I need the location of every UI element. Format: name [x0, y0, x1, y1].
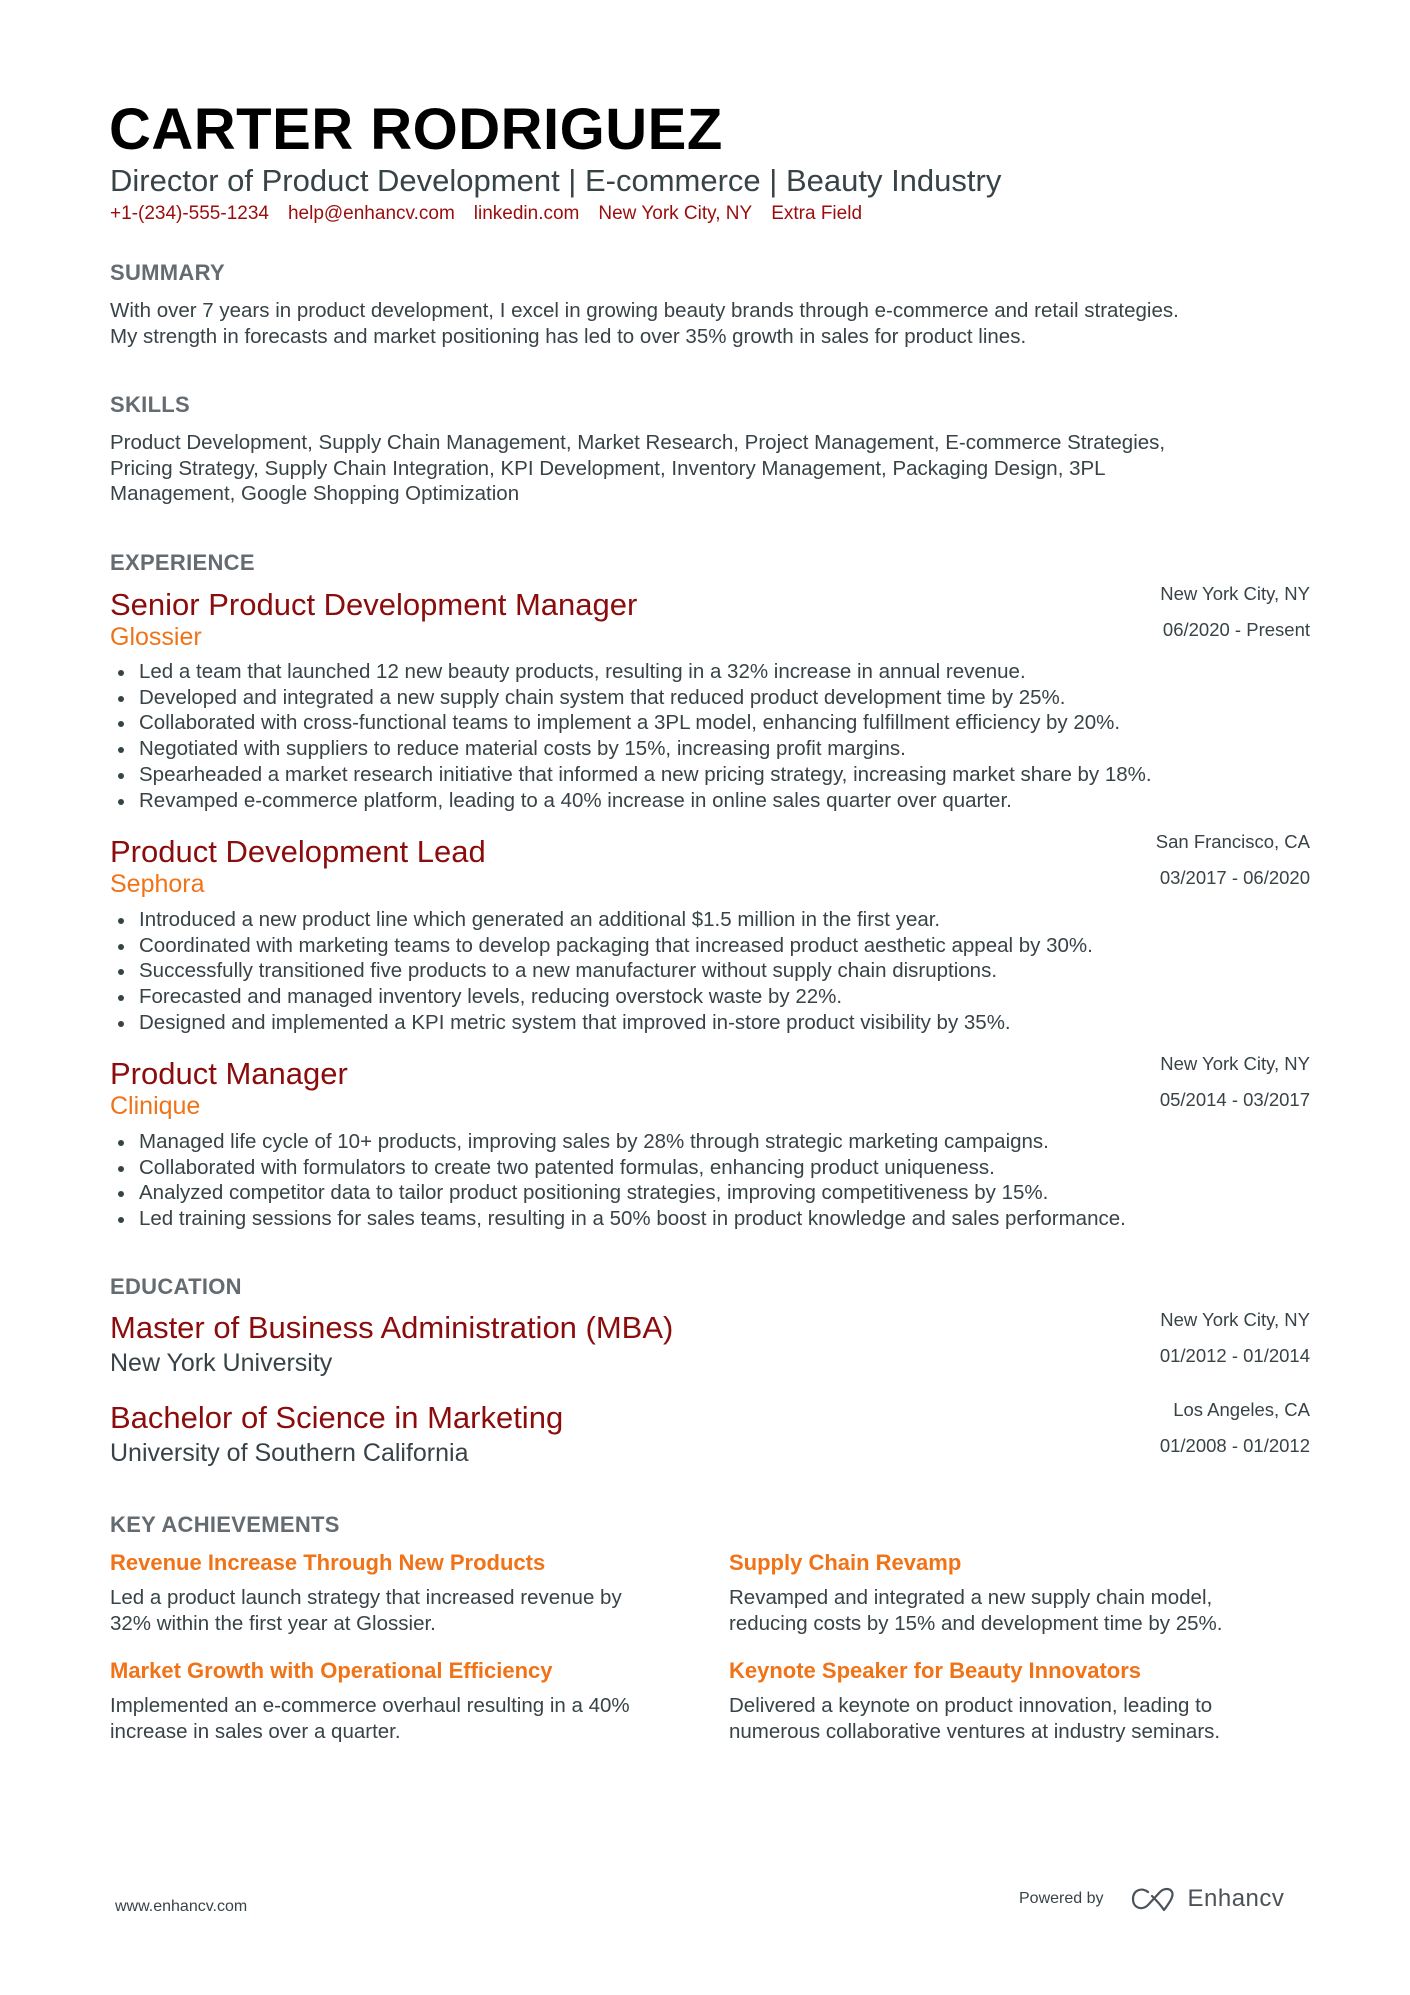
achievement-title: Supply Chain Revamp: [729, 1550, 962, 1575]
phone-link[interactable]: +1-(234)-555-1234: [110, 203, 269, 225]
bullet-item: Collaborated with cross-functional teams…: [117, 710, 1152, 736]
linkedin-link[interactable]: linkedin.com: [474, 203, 580, 225]
achievement-line: Revamped and integrated a new supply cha…: [729, 1586, 1213, 1609]
achievement-description: Delivered a keynote on product innovatio…: [729, 1693, 1309, 1744]
candidate-name: CARTER RODRIGUEZ: [109, 97, 723, 162]
degree-title: Bachelor of Science in Marketing: [110, 1400, 564, 1435]
skills-line: Product Development, Supply Chain Manage…: [110, 431, 1166, 454]
skills-line: Pricing Strategy, Supply Chain Integrati…: [110, 456, 1106, 480]
achievement-line: reducing costs by 15% and development ti…: [729, 1611, 1223, 1635]
bullet-item: Managed life cycle of 10+ products, impr…: [117, 1129, 1126, 1155]
bullet-item: Revamped e-commerce platform, leading to…: [117, 788, 1152, 814]
enhancv-logo-icon: [1131, 1887, 1174, 1912]
bullet-item: Analyzed competitor data to tailor produ…: [117, 1180, 1126, 1206]
achievement-title: Revenue Increase Through New Products: [110, 1550, 546, 1575]
achievement-item: Keynote Speaker for Beauty Innovators De…: [729, 1658, 1309, 1744]
company-name: Clinique: [110, 1092, 201, 1120]
bullet-item: Led training sessions for sales teams, r…: [117, 1206, 1126, 1232]
email-link[interactable]: help@enhancv.com: [288, 203, 455, 225]
education-dates: 01/2008 - 01/2012: [1159, 1435, 1310, 1456]
headline: Director of Product Development | E-comm…: [110, 163, 1002, 198]
achievement-line: Led a product launch strategy that incre…: [110, 1586, 622, 1609]
achievement-item: Supply Chain Revamp Revamped and integra…: [729, 1550, 1309, 1636]
skills-text: Product Development, Supply Chain Manage…: [110, 430, 1310, 507]
achievement-title: Keynote Speaker for Beauty Innovators: [729, 1658, 1142, 1683]
achievement-line: Delivered a keynote on product innovatio…: [729, 1694, 1213, 1717]
achievement-line: numerous collaborative ventures at indus…: [729, 1719, 1221, 1743]
achievement-line: increase in sales over a quarter.: [110, 1719, 401, 1743]
job-bullets: Led a team that launched 12 new beauty p…: [117, 659, 1152, 813]
extra-field: Extra Field: [771, 203, 863, 224]
achievement-description: Revamped and integrated a new supply cha…: [729, 1585, 1309, 1636]
job-location: San Francisco, CA: [1155, 831, 1310, 852]
job-dates: 03/2017 - 06/2020: [1159, 867, 1310, 888]
powered-by: Powered by Enhancv: [1019, 1884, 1284, 1914]
achievement-title: Market Growth with Operational Efficienc…: [110, 1658, 553, 1683]
bullet-item: Forecasted and managed inventory levels,…: [117, 984, 1093, 1010]
education-location: New York City, NY: [1160, 1309, 1310, 1330]
location: New York City, NY: [598, 203, 753, 224]
footer-website-link[interactable]: www.enhancv.com: [115, 1898, 247, 1916]
skills-line: Management, Google Shopping Optimization: [110, 482, 520, 506]
achievement-line: Implemented an e-commerce overhaul resul…: [110, 1694, 630, 1717]
section-title-experience: EXPERIENCE: [110, 550, 255, 575]
job-bullets: Introduced a new product line which gene…: [117, 907, 1093, 1036]
job-bullets: Managed life cycle of 10+ products, impr…: [117, 1129, 1126, 1232]
achievement-description: Led a product launch strategy that incre…: [110, 1585, 690, 1636]
bullet-item: Developed and integrated a new supply ch…: [117, 685, 1152, 711]
bullet-item: Coordinated with marketing teams to deve…: [117, 933, 1093, 959]
school-name: New York University: [110, 1349, 333, 1377]
section-title-summary: SUMMARY: [110, 260, 225, 285]
bullet-item: Successfully transitioned five products …: [117, 958, 1093, 984]
powered-by-label: Powered by: [1019, 1890, 1104, 1907]
summary-line: My strength in forecasts and market posi…: [110, 324, 1027, 348]
job-title: Senior Product Development Manager: [110, 587, 638, 622]
job-location: New York City, NY: [1160, 583, 1310, 604]
degree-title: Master of Business Administration (MBA): [110, 1310, 674, 1345]
enhancv-brand: Enhancv: [1187, 1885, 1285, 1912]
achievement-item: Revenue Increase Through New Products Le…: [110, 1550, 690, 1636]
job-title: Product Development Lead: [110, 834, 486, 869]
bullet-item: Introduced a new product line which gene…: [117, 907, 1093, 933]
bullet-item: Spearheaded a market research initiative…: [117, 762, 1152, 788]
summary-text: With over 7 years in product development…: [110, 298, 1310, 349]
job-dates: 05/2014 - 03/2017: [1159, 1089, 1310, 1110]
achievement-description: Implemented an e-commerce overhaul resul…: [110, 1693, 690, 1744]
summary-line: With over 7 years in product development…: [110, 299, 1179, 322]
bullet-item: Designed and implemented a KPI metric sy…: [117, 1010, 1093, 1036]
job-title: Product Manager: [110, 1056, 348, 1091]
education-location: Los Angeles, CA: [1173, 1399, 1310, 1420]
achievement-line: 32% within the first year at Glossier.: [110, 1611, 436, 1635]
company-name: Glossier: [110, 623, 202, 651]
education-dates: 01/2012 - 01/2014: [1159, 1345, 1310, 1366]
bullet-item: Led a team that launched 12 new beauty p…: [117, 659, 1152, 685]
section-title-skills: SKILLS: [110, 392, 191, 417]
bullet-item: Negotiated with suppliers to reduce mate…: [117, 736, 1152, 762]
job-location: New York City, NY: [1160, 1053, 1310, 1074]
contact-info: +1-(234)-555-1234 help@enhancv.com linke…: [110, 203, 862, 225]
bullet-item: Collaborated with formulators to create …: [117, 1155, 1126, 1181]
school-name: University of Southern California: [110, 1439, 469, 1467]
section-title-key-achievements: KEY ACHIEVEMENTS: [110, 1512, 340, 1537]
company-name: Sephora: [110, 870, 205, 898]
job-dates: 06/2020 - Present: [1162, 619, 1310, 640]
achievement-item: Market Growth with Operational Efficienc…: [110, 1658, 690, 1744]
section-title-education: EDUCATION: [110, 1274, 242, 1299]
